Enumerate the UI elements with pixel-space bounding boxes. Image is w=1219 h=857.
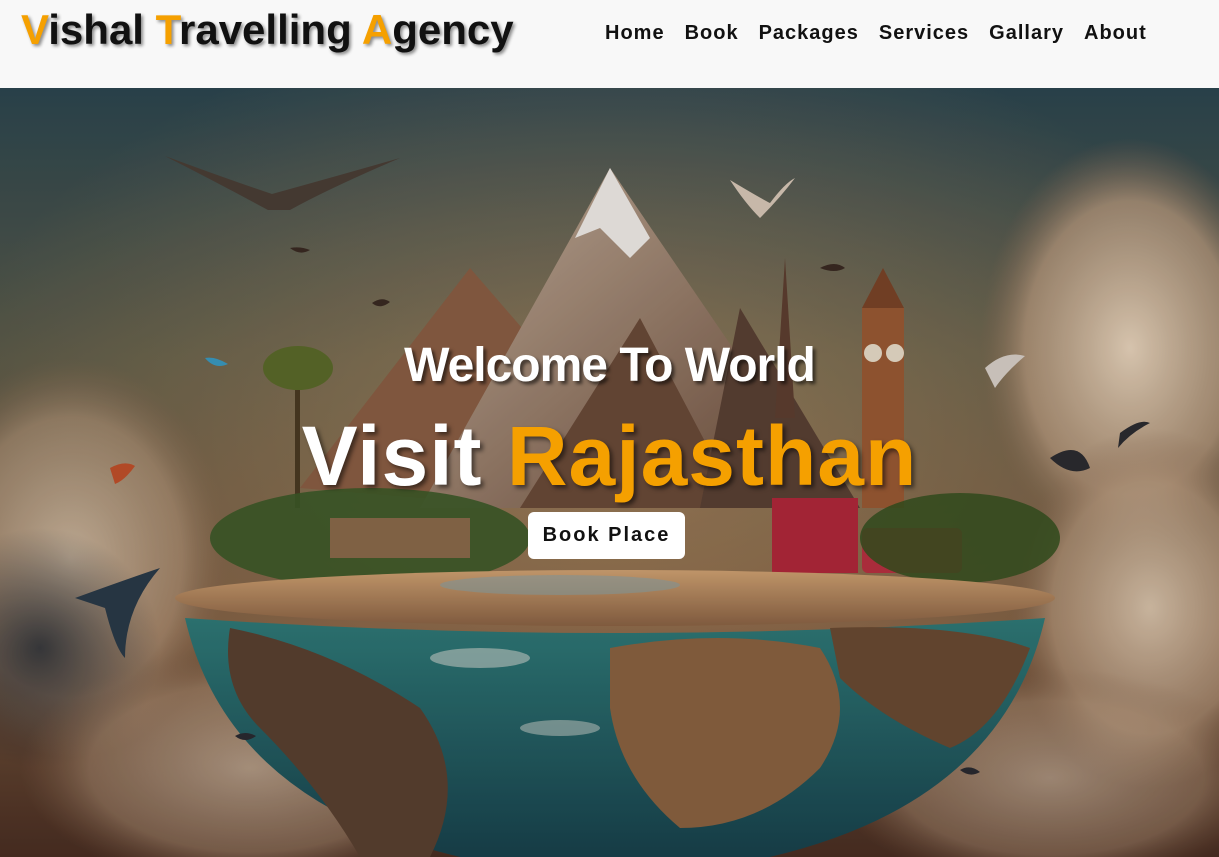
- nav-book-link[interactable]: Book: [685, 22, 739, 45]
- logo-initial-v: V: [21, 6, 49, 53]
- book-place-button[interactable]: Book Place: [528, 512, 685, 559]
- nav-home-link[interactable]: Home: [605, 22, 665, 45]
- site-header: Vishal Travelling Agency Home Book Packa…: [0, 0, 1219, 88]
- logo-initial-t: T: [155, 6, 179, 53]
- hero-title-destination: Rajasthan: [506, 409, 918, 503]
- nav-packages-link[interactable]: Packages: [759, 22, 859, 45]
- nav-about-link[interactable]: About: [1084, 22, 1147, 45]
- nav-services-link[interactable]: Services: [879, 22, 969, 45]
- hero-title: Visit Rajasthan: [0, 408, 1219, 505]
- nav-gallary-link[interactable]: Gallary: [989, 22, 1064, 45]
- hero-title-visit: Visit: [301, 409, 483, 503]
- site-logo[interactable]: Vishal Travelling Agency: [21, 6, 514, 54]
- logo-initial-a: A: [361, 6, 393, 53]
- hero-welcome-heading: Welcome To World: [404, 339, 816, 392]
- logo-text-ishal: ishal: [48, 6, 156, 53]
- logo-text-gency: gency: [392, 6, 514, 53]
- logo-text-ravelling: ravelling: [179, 6, 362, 53]
- main-nav: Home Book Packages Services Gallary Abou…: [605, 22, 1167, 45]
- hero-section: Welcome To World Visit Rajasthan Book Pl…: [0, 88, 1219, 857]
